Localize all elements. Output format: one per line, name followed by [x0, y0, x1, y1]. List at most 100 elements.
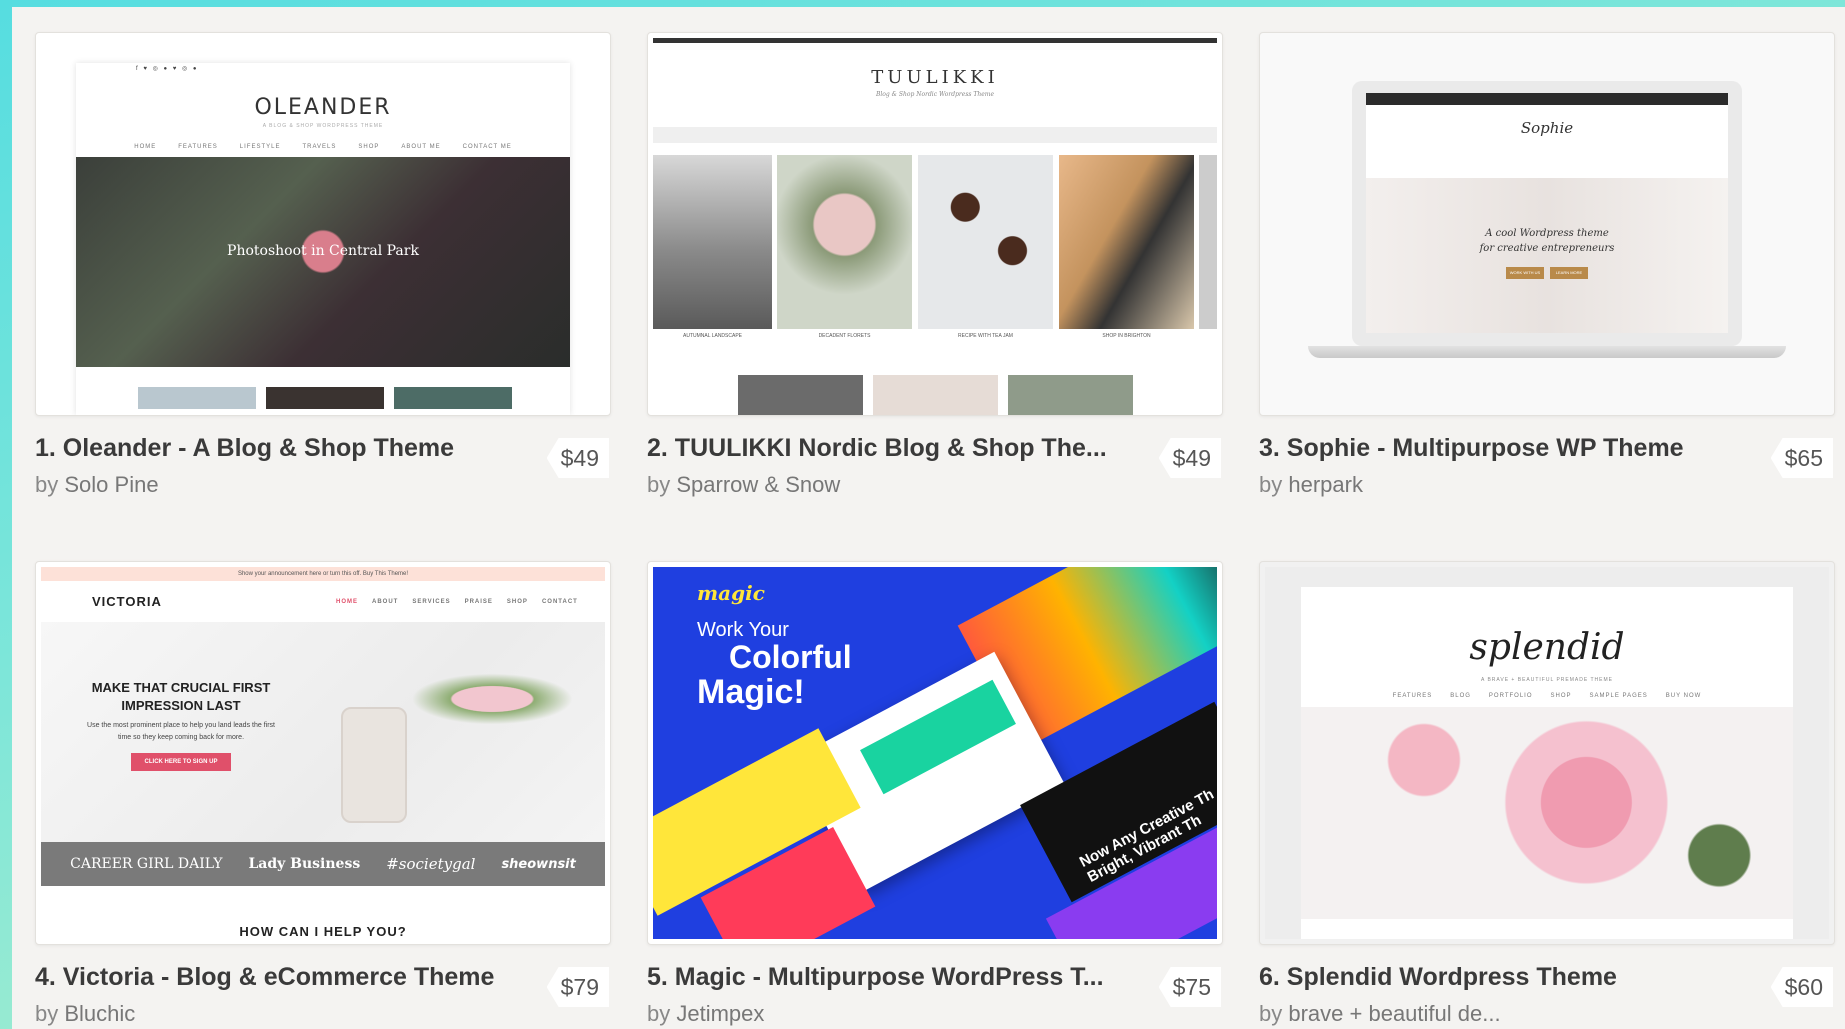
- by-label: by: [35, 472, 59, 497]
- preview-nav-item: BLOG: [1450, 693, 1471, 699]
- press-logo: CAREER GIRL DAILY: [70, 856, 223, 872]
- author-link[interactable]: herpark: [1288, 472, 1363, 497]
- preview-nav-item: SHOP: [506, 599, 528, 605]
- theme-byline: by Jetimpex: [647, 1001, 764, 1027]
- theme-thumbnail[interactable]: splendid A BRAVE + BEAUTIFUL PREMADE THE…: [1259, 561, 1835, 945]
- author-link[interactable]: brave + beautiful de...: [1288, 1001, 1500, 1026]
- phone-prop: [341, 707, 407, 823]
- theme-title[interactable]: 5. Magic - Multipurpose WordPress T...: [647, 963, 1147, 992]
- preview-top-bar: [1366, 93, 1728, 105]
- preview-headline-1: MAKE THAT CRUCIAL FIRST: [91, 680, 271, 695]
- price-tag: $60: [1770, 967, 1833, 1007]
- laptop-screen: Sophie A cool Wordpress theme for creati…: [1366, 93, 1728, 333]
- preview-brand: TUULIKKI: [871, 67, 999, 88]
- theme-byline: by brave + beautiful de...: [1259, 1001, 1501, 1027]
- theme-title[interactable]: 6. Splendid Wordpress Theme: [1259, 963, 1759, 992]
- press-logo: Lady Business: [248, 856, 361, 872]
- preview-brand: splendid: [1469, 627, 1625, 668]
- preview-line-3: Magic!: [697, 673, 805, 711]
- preview-logo-strip: CAREER GIRL DAILY Lady Business #society…: [41, 842, 605, 886]
- preview-nav-item: SHOP: [358, 144, 380, 150]
- preview-nav: FEATURES BLOG PORTFOLIO SHOP SAMPLE PAGE…: [1301, 693, 1793, 699]
- preview-thumb-3: [394, 387, 512, 409]
- theme-byline: by Solo Pine: [35, 472, 159, 498]
- author-link[interactable]: Jetimpex: [676, 1001, 764, 1026]
- preview-tagline: A BRAVE + BEAUTIFUL PREMADE THEME: [1481, 677, 1613, 683]
- author-link[interactable]: Solo Pine: [64, 472, 158, 497]
- preview-nav-item: CONTACT: [541, 599, 578, 605]
- preview-nav-item: FEATURES: [1392, 693, 1433, 699]
- preview-logo: magic: [697, 581, 765, 605]
- price-tag: $79: [546, 967, 609, 1007]
- preview-photo-1: [653, 155, 772, 329]
- preview-headline-2: IMPRESSION LAST: [121, 698, 241, 713]
- preview-hero-image: MAKE THAT CRUCIAL FIRST IMPRESSION LAST …: [41, 622, 605, 842]
- preview-frame: splendid A BRAVE + BEAUTIFUL PREMADE THE…: [1301, 587, 1793, 939]
- preview-hero-image: [1366, 178, 1728, 333]
- preview-button-2: LEARN MORE: [1550, 267, 1588, 279]
- price-tag: $65: [1770, 438, 1833, 478]
- theme-title[interactable]: 4. Victoria - Blog & eCommerce Theme: [35, 963, 535, 992]
- social-icons: f ♥ ◎ ● ♥ ◎ ●: [136, 66, 199, 72]
- price-tag: $75: [1158, 967, 1221, 1007]
- preview-tagline: Blog & Shop Nordic Wordpress Theme: [875, 91, 995, 98]
- preview-nav-item: CONTACT ME: [462, 144, 512, 150]
- press-logo: sheownsit: [501, 856, 576, 872]
- theme-list-page: f ♥ ◎ ● ♥ ◎ ● OLEANDER A BLOG & SHOP WOR…: [12, 7, 1845, 1029]
- preview-caption: SHOP IN BRIGHTON: [1102, 333, 1151, 339]
- theme-title[interactable]: 1. Oleander - A Blog & Shop Theme: [35, 434, 535, 463]
- preview-hero-image: Photoshoot in Central Park: [76, 157, 570, 367]
- preview-photo-4: [1059, 155, 1194, 329]
- preview-hero: magic Work Your Colorful Magic! Now Any …: [653, 567, 1217, 939]
- preview-bottom-3: [1008, 375, 1133, 415]
- theme-thumbnail[interactable]: Sophie A cool Wordpress theme for creati…: [1259, 32, 1835, 416]
- preview-headline-1: A cool Wordpress theme: [1485, 228, 1609, 239]
- preview-nav-item: PRAISE: [464, 599, 493, 605]
- theme-title[interactable]: 2. TUULIKKI Nordic Blog & Shop The...: [647, 434, 1147, 463]
- preview-nav-item: SAMPLE PAGES: [1589, 693, 1648, 699]
- preview-thumb-1: [138, 387, 256, 409]
- preview-hero-title: Photoshoot in Central Park: [227, 243, 419, 259]
- preview-brand: VICTORIA: [92, 594, 162, 609]
- by-label: by: [647, 472, 671, 497]
- preview-nav-item: LIFESTYLE: [239, 144, 281, 150]
- preview-bottom-1: [738, 375, 863, 415]
- preview-nav: HOME ABOUT SERVICES PRAISE SHOP CONTACT: [336, 599, 578, 605]
- author-link[interactable]: Bluchic: [64, 1001, 135, 1026]
- preview-nav: HOME FEATURES LIFESTYLE TRAVELS SHOP ABO…: [76, 144, 570, 150]
- price-tag: $49: [1158, 438, 1221, 478]
- preview-brand: Sophie: [1520, 119, 1574, 137]
- preview-brand: OLEANDER: [254, 95, 392, 120]
- preview-bottom-2: [873, 375, 998, 415]
- by-label: by: [647, 1001, 671, 1026]
- theme-thumbnail[interactable]: f ♥ ◎ ● ♥ ◎ ● OLEANDER A BLOG & SHOP WOR…: [35, 32, 611, 416]
- preview-hero-image: [1301, 707, 1793, 919]
- theme-byline: by herpark: [1259, 472, 1363, 498]
- preview-nav-item: BUY NOW: [1665, 693, 1702, 699]
- preview-announcement: Show your announcement here or turn this…: [41, 567, 605, 581]
- by-label: by: [35, 1001, 59, 1026]
- theme-thumbnail[interactable]: Show your announcement here or turn this…: [35, 561, 611, 945]
- theme-title[interactable]: 3. Sophie - Multipurpose WP Theme: [1259, 434, 1759, 463]
- preview-button-1: WORK WITH US: [1506, 267, 1544, 279]
- author-link[interactable]: Sparrow & Snow: [676, 472, 840, 497]
- preview-caption: AUTUMNAL LANDSCAPE: [683, 333, 742, 339]
- preview-nav-item: HOME: [134, 144, 157, 150]
- preview-line-2: Colorful: [729, 639, 852, 675]
- preview-nav-item: TRAVELS: [302, 144, 337, 150]
- by-label: by: [1259, 472, 1283, 497]
- preview-top-bar: [653, 38, 1217, 43]
- preview-photo-2: [777, 155, 912, 329]
- preview-nav-item: HOME: [336, 599, 358, 605]
- preview-nav-item: ABOUT: [372, 599, 399, 605]
- preview-caption: DECADENT FLORETS: [818, 333, 871, 339]
- theme-thumbnail[interactable]: TUULIKKI Blog & Shop Nordic Wordpress Th…: [647, 32, 1223, 416]
- theme-thumbnail[interactable]: magic Work Your Colorful Magic! Now Any …: [647, 561, 1223, 945]
- theme-byline: by Sparrow & Snow: [647, 472, 840, 498]
- preview-nav-item: FEATURES: [178, 144, 218, 150]
- by-label: by: [1259, 1001, 1283, 1026]
- preview-bottom-heading: HOW CAN I HELP YOU?: [239, 924, 407, 939]
- theme-byline: by Bluchic: [35, 1001, 135, 1027]
- preview-headline-2: for creative entrepreneurs: [1479, 243, 1615, 254]
- preview-cta: CLICK HERE TO SIGN UP: [131, 753, 231, 771]
